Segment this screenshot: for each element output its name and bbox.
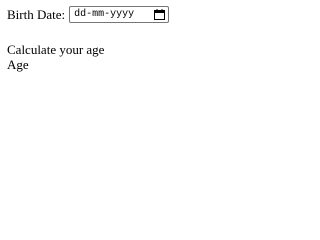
birth-date-placeholder: dd-mm-yyyy [74, 9, 135, 20]
calendar-icon[interactable] [154, 9, 166, 20]
birth-date-input[interactable]: dd-mm-yyyy [69, 6, 170, 23]
age-output-text: Age [7, 57, 29, 72]
calculate-age-text: Calculate your age [7, 42, 105, 57]
birth-date-row: Birth Date: dd-mm-yyyy [7, 5, 170, 24]
birth-date-label: Birth Date: [7, 7, 66, 22]
